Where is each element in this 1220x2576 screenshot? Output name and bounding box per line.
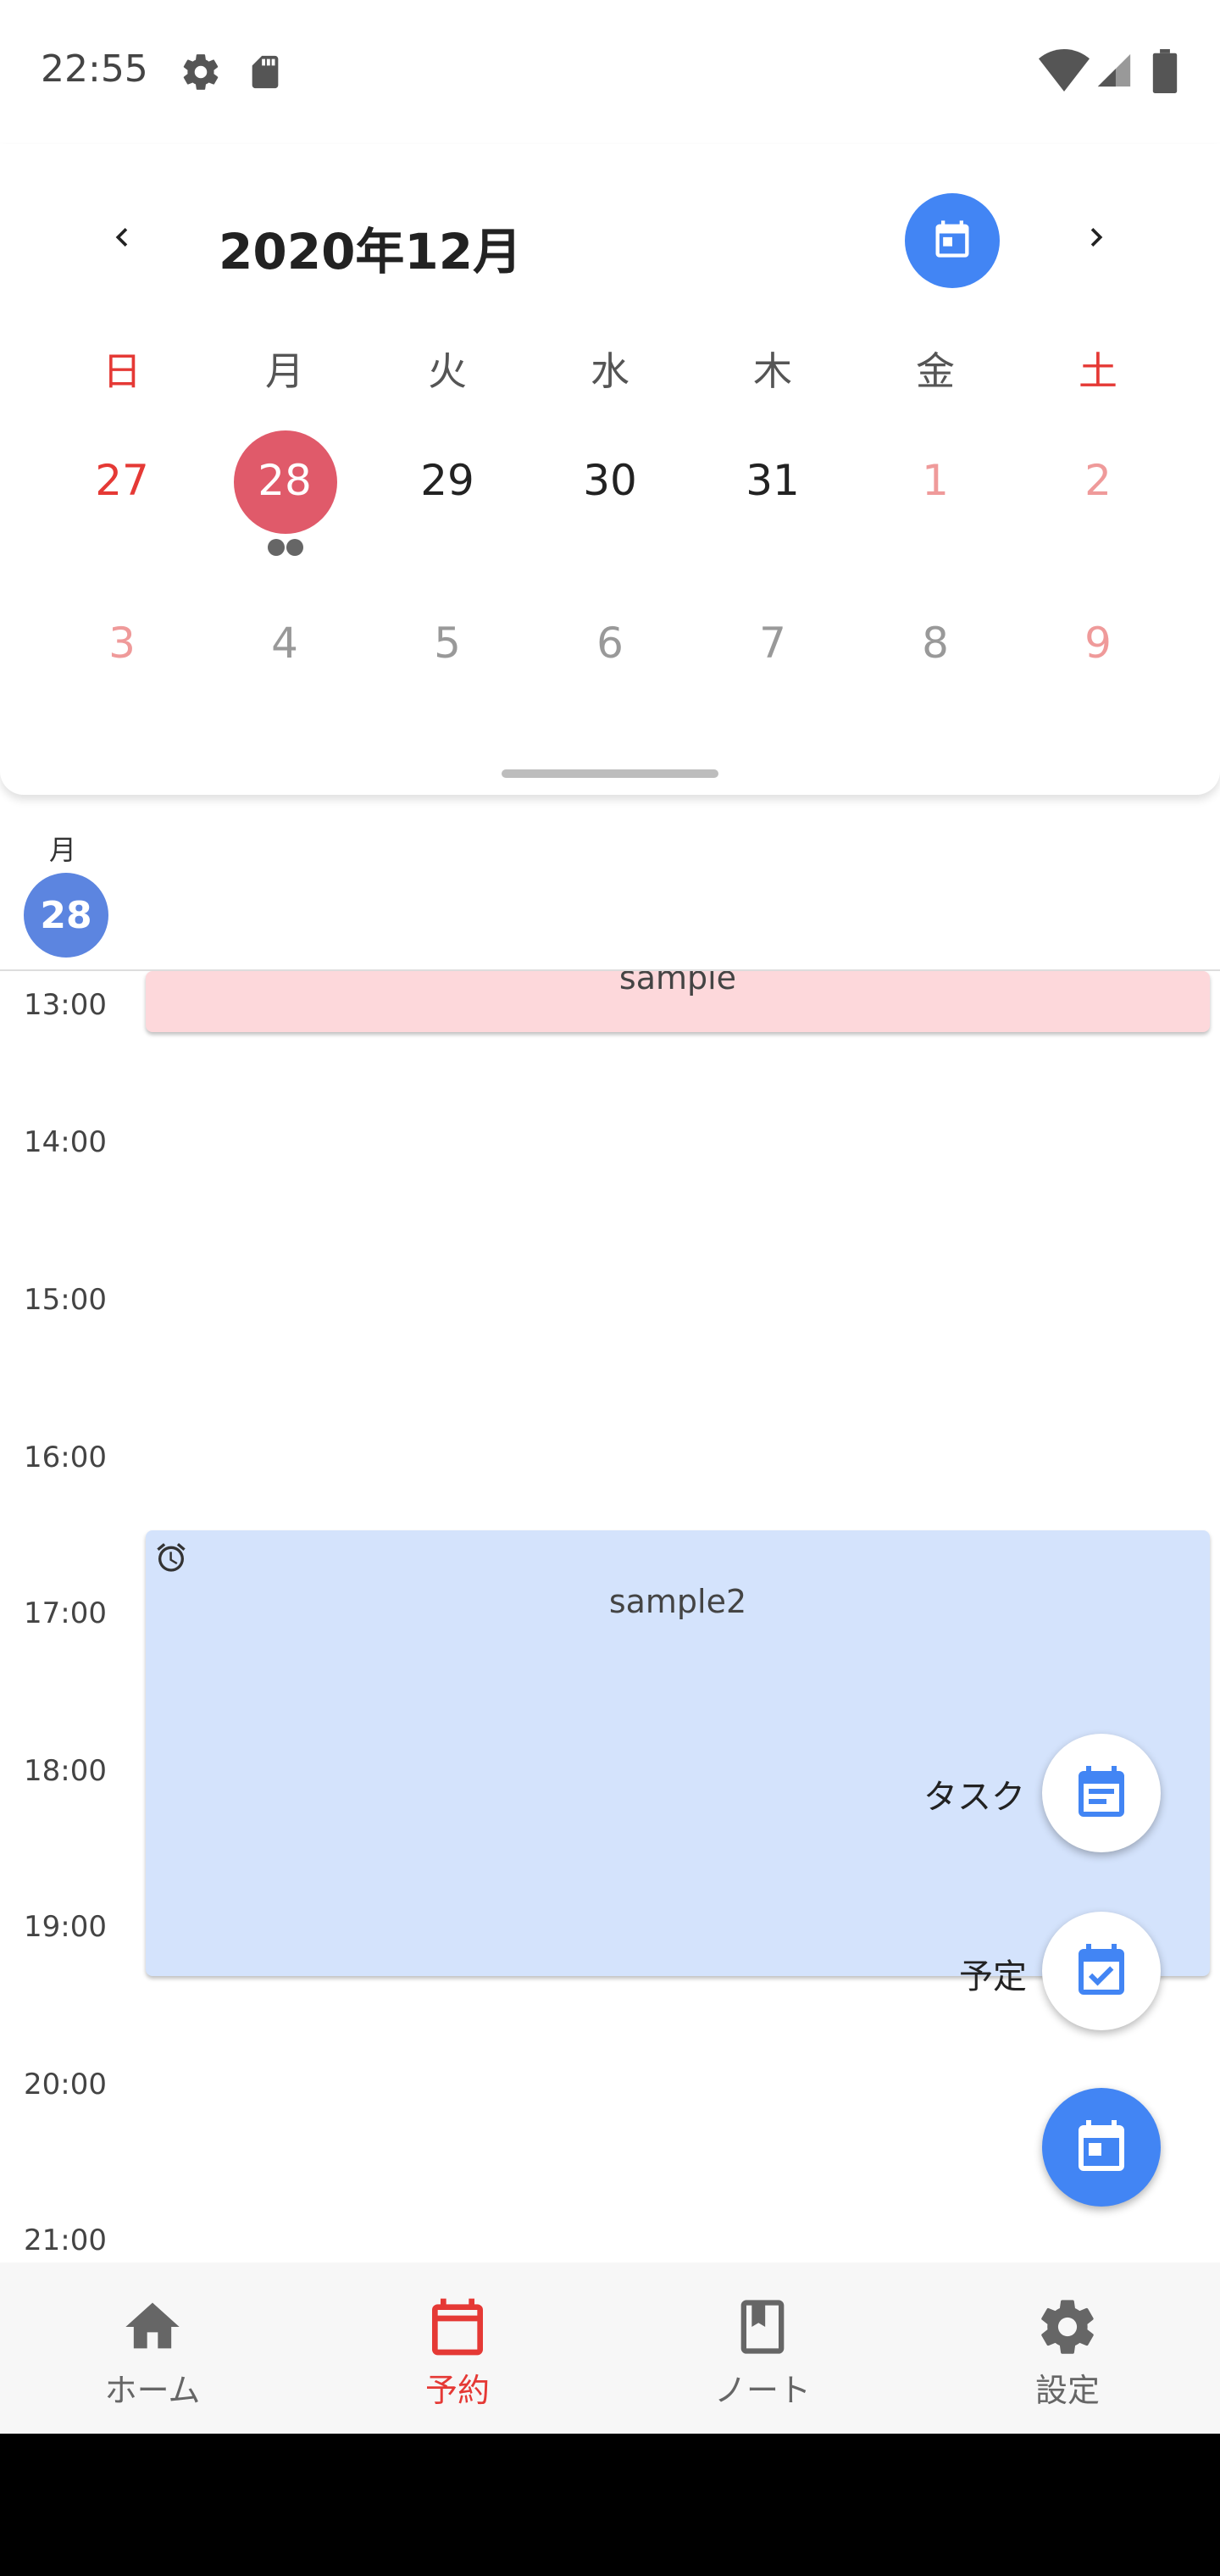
battery-icon: [1152, 49, 1178, 97]
weekday-fri: 金: [916, 348, 955, 394]
time-label: 17:00: [24, 1596, 107, 1630]
chevron-left-icon: [103, 219, 141, 259]
time-label: 15:00: [24, 1283, 107, 1317]
nav-note-label: ノート: [713, 2372, 811, 2409]
bottom-navigation: ホーム 予約 ノート 設定: [0, 2262, 1220, 2434]
gear-icon: [180, 51, 222, 97]
wifi-icon: [1039, 49, 1090, 95]
calendar-day[interactable]: 30: [529, 456, 691, 505]
calendar-day[interactable]: 3: [41, 619, 203, 668]
weekday-thu: 木: [753, 348, 792, 394]
day-header-weekday: 月: [49, 834, 77, 866]
time-label: 20:00: [24, 2068, 107, 2101]
time-label: 13:00: [24, 988, 107, 1022]
event-title: sample2: [608, 1583, 747, 1620]
calendar-day[interactable]: 2: [1017, 456, 1179, 505]
day-header-date[interactable]: 28: [24, 873, 108, 958]
nav-reservation-label: 予約: [424, 2372, 490, 2409]
time-label: 16:00: [24, 1441, 107, 1474]
calendar-day[interactable]: 31: [691, 456, 854, 505]
event-check-icon: [1071, 1939, 1132, 2003]
add-task-button[interactable]: [1042, 1734, 1161, 1852]
next-month-button[interactable]: [1062, 205, 1130, 273]
add-fab-button[interactable]: [1042, 2088, 1161, 2207]
day-header: 月 28: [0, 795, 1220, 971]
event-card[interactable]: sample: [146, 971, 1210, 1032]
add-schedule-button[interactable]: [1042, 1912, 1161, 2030]
calendar-day[interactable]: 1: [854, 456, 1017, 505]
calendar-day[interactable]: 27: [41, 456, 203, 505]
calendar-event-icon: [1071, 2115, 1132, 2179]
home-icon: [119, 2293, 186, 2361]
status-bar: 22:55: [0, 0, 1220, 144]
cell-signal-icon: [1095, 51, 1134, 93]
gear-icon: [1034, 2293, 1101, 2361]
status-time: 22:55: [41, 47, 148, 91]
alarm-icon: [154, 1541, 188, 1578]
bookmark-book-icon: [729, 2293, 796, 2361]
fab-task-label: タスク: [923, 1778, 1025, 1817]
time-label: 14:00: [24, 1125, 107, 1159]
fab-schedule-label: 予定: [959, 1957, 1027, 1996]
event-dot: [268, 539, 285, 556]
month-title: 2020年12月: [219, 223, 523, 280]
system-navigation-bar: [0, 2434, 1220, 2576]
calendar-day[interactable]: 6: [529, 619, 691, 668]
weekday-mon: 月: [265, 348, 304, 394]
weekday-tue: 火: [428, 348, 467, 394]
calendar-day[interactable]: 29: [366, 456, 529, 505]
nav-settings-label: 設定: [1034, 2372, 1100, 2409]
app-root: 22:55 2020年12月 日 月 火 水 木 金 土 27 28 29 30…: [0, 0, 1220, 2576]
calendar-today-icon: [930, 217, 974, 264]
sd-card-icon: [246, 51, 285, 97]
event-title: sample: [618, 971, 737, 997]
drag-handle[interactable]: [502, 769, 718, 778]
calendar-icon: [424, 2293, 491, 2361]
nav-settings[interactable]: 設定: [915, 2262, 1220, 2434]
calendar-day[interactable]: 7: [691, 619, 854, 668]
time-label: 21:00: [24, 2223, 107, 2257]
task-list-icon: [1071, 1761, 1132, 1825]
calendar-day-selected[interactable]: 28: [203, 456, 366, 505]
nav-reservation[interactable]: 予約: [305, 2262, 610, 2434]
calendar-day[interactable]: 4: [203, 619, 366, 668]
weekday-sun: 日: [103, 348, 141, 394]
nav-note[interactable]: ノート: [610, 2262, 915, 2434]
nav-home[interactable]: ホーム: [0, 2262, 305, 2434]
calendar-day[interactable]: 9: [1017, 619, 1179, 668]
month-calendar: 2020年12月 日 月 火 水 木 金 土 27 28 29 30 31 1 …: [0, 144, 1220, 795]
time-label: 19:00: [24, 1910, 107, 1944]
event-dot: [286, 539, 303, 556]
day-timeline[interactable]: sample 13:00 14:00 15:00 16:00 17:00 18:…: [0, 971, 1220, 2262]
calendar-day[interactable]: 5: [366, 619, 529, 668]
nav-home-label: ホーム: [104, 2372, 201, 2409]
calendar-day[interactable]: 8: [854, 619, 1017, 668]
time-label: 18:00: [24, 1754, 107, 1788]
prev-month-button[interactable]: [88, 205, 156, 273]
today-button[interactable]: [905, 193, 1000, 288]
weekday-wed: 水: [591, 348, 629, 394]
weekday-sat: 土: [1079, 348, 1117, 394]
event-card[interactable]: sample2: [146, 1530, 1210, 1976]
chevron-right-icon: [1078, 219, 1115, 259]
